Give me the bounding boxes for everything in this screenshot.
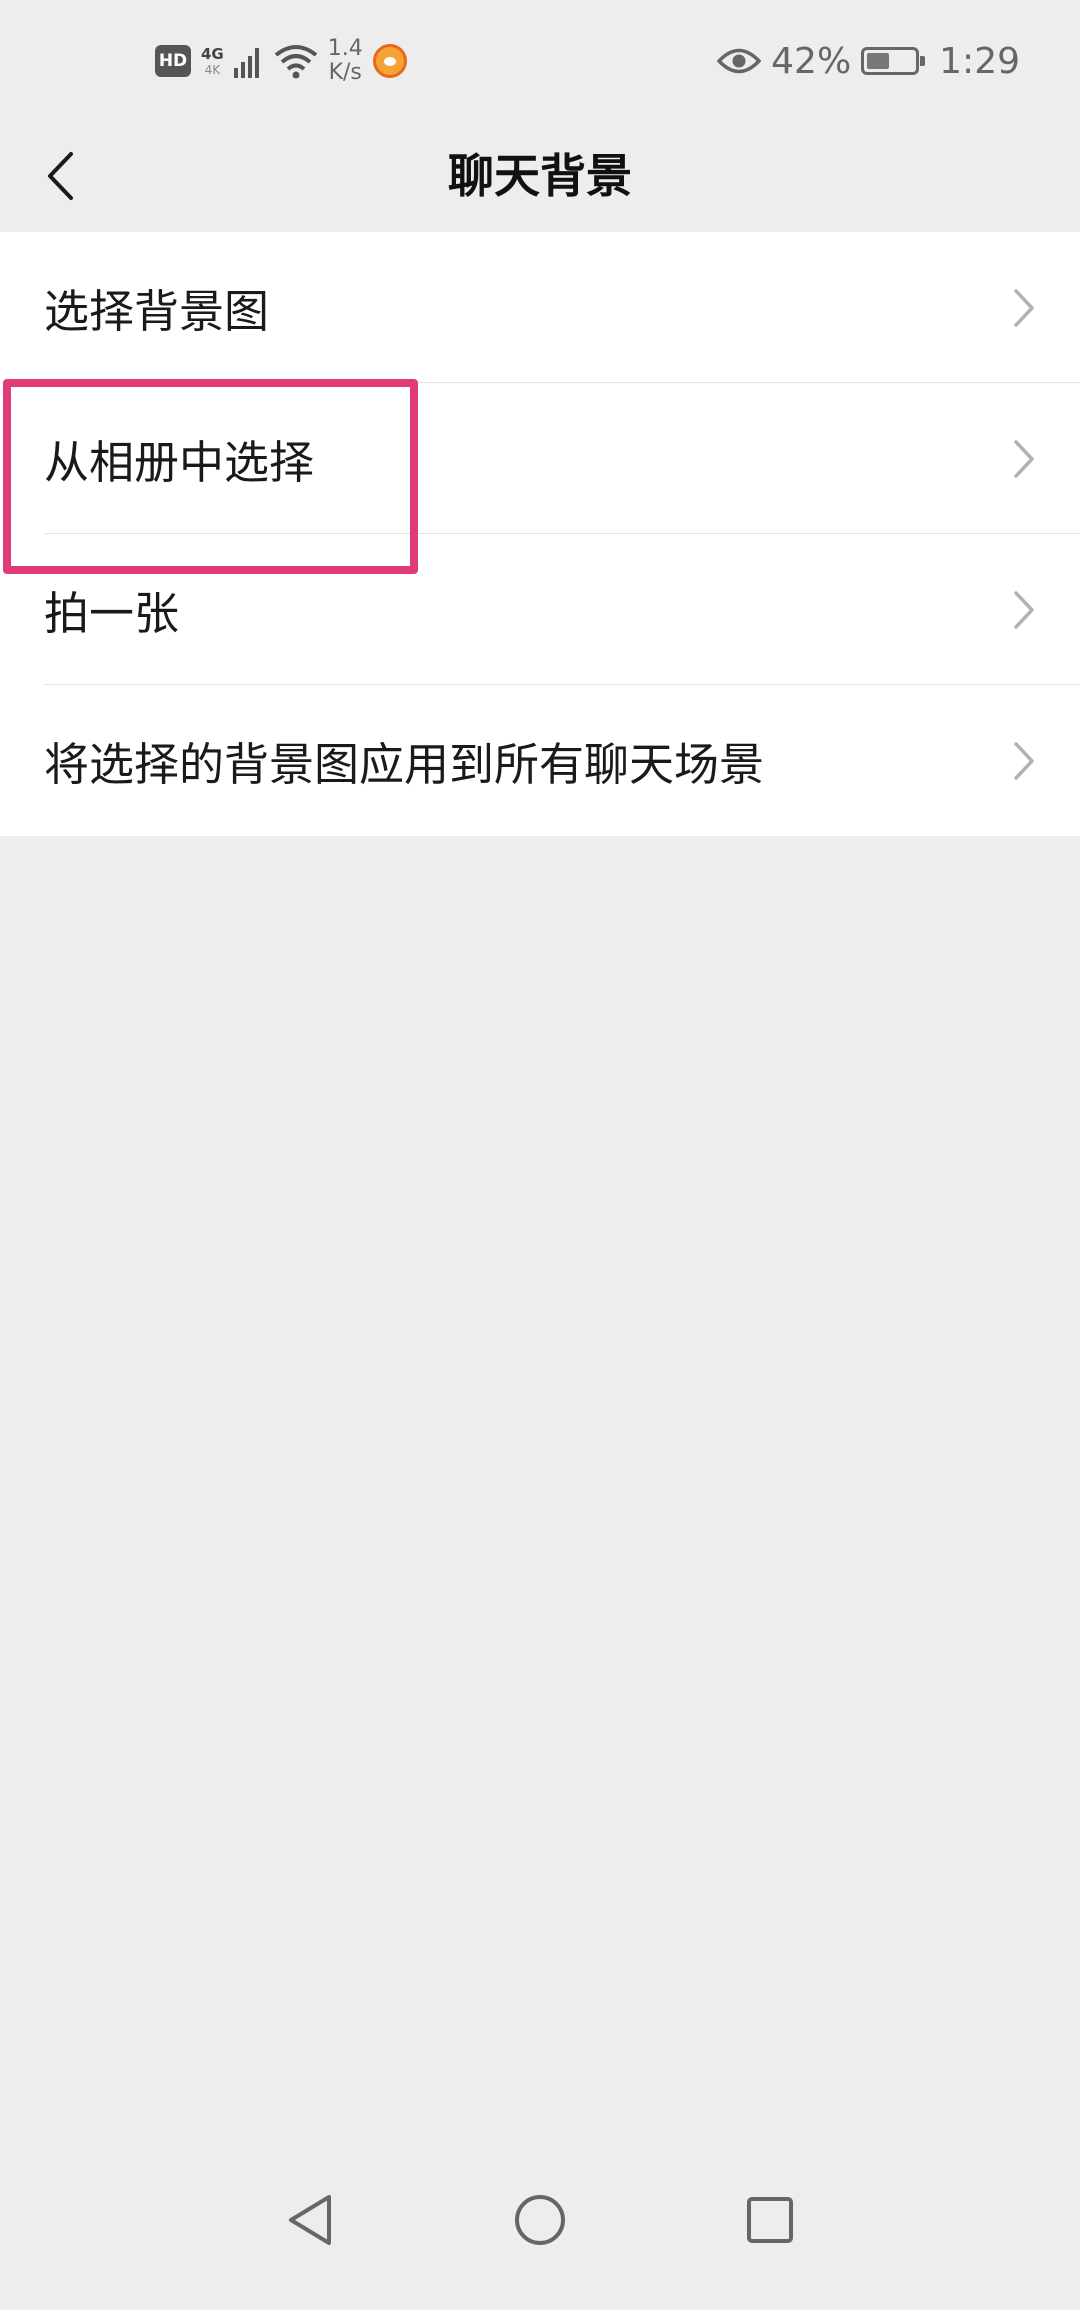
battery-icon xyxy=(861,47,926,75)
page-title: 聊天背景 xyxy=(448,149,632,203)
network-speed: 1.4 K/s xyxy=(327,35,363,85)
battery-percent: 42% xyxy=(771,40,852,82)
nav-home-button[interactable] xyxy=(500,2180,580,2260)
circle-home-icon xyxy=(515,2195,565,2245)
nav-back-button[interactable] xyxy=(270,2180,350,2260)
menu-item-label: 拍一张 xyxy=(44,587,180,640)
network-generation: 4G xyxy=(201,44,224,63)
nav-recent-button[interactable] xyxy=(730,2180,810,2260)
status-left-group: HD 4G 4K 1.4 K/s xyxy=(155,34,407,88)
triangle-back-icon xyxy=(289,2195,331,2245)
square-recent-icon xyxy=(747,2197,793,2243)
menu-item-label: 将选择的背景图应用到所有聊天场景 xyxy=(44,738,765,791)
chevron-right-icon xyxy=(1014,439,1034,478)
speed-unit: K/s xyxy=(328,60,362,85)
eye-icon xyxy=(717,48,762,74)
menu-list: 选择背景图 从相册中选择 拍一张 将选择的背景图应用到所有聊天场景 xyxy=(0,232,1080,836)
menu-item-label: 从相册中选择 xyxy=(44,436,315,489)
menu-item-choose-background[interactable]: 选择背景图 xyxy=(0,232,1080,383)
network-type: 4G 4K xyxy=(201,44,224,77)
menu-item-take-photo[interactable]: 拍一张 xyxy=(0,534,1080,685)
menu-item-label: 选择背景图 xyxy=(44,285,270,338)
app-notification-icon xyxy=(372,44,407,78)
system-nav-bar xyxy=(0,2150,1080,2310)
signal-icon xyxy=(233,48,259,78)
menu-item-apply-to-all-chats[interactable]: 将选择的背景图应用到所有聊天场景 xyxy=(0,685,1080,836)
chevron-left-icon xyxy=(48,152,73,200)
chevron-right-icon xyxy=(1014,590,1034,629)
hd-badge: HD xyxy=(155,45,191,77)
speed-value: 1.4 xyxy=(327,35,363,61)
network-sub: 4K xyxy=(204,62,221,77)
back-button[interactable] xyxy=(20,136,100,216)
menu-item-choose-from-album[interactable]: 从相册中选择 xyxy=(0,383,1080,534)
wifi-icon xyxy=(274,45,317,79)
status-right-group: 42% 1:29 xyxy=(717,34,1020,88)
chevron-right-icon xyxy=(1014,741,1034,780)
status-bar: HD 4G 4K 1.4 K/s 42% 1:29 xyxy=(0,0,1080,120)
header: 聊天背景 xyxy=(0,120,1080,232)
chevron-right-icon xyxy=(1014,288,1034,327)
clock: 1:29 xyxy=(939,40,1020,82)
